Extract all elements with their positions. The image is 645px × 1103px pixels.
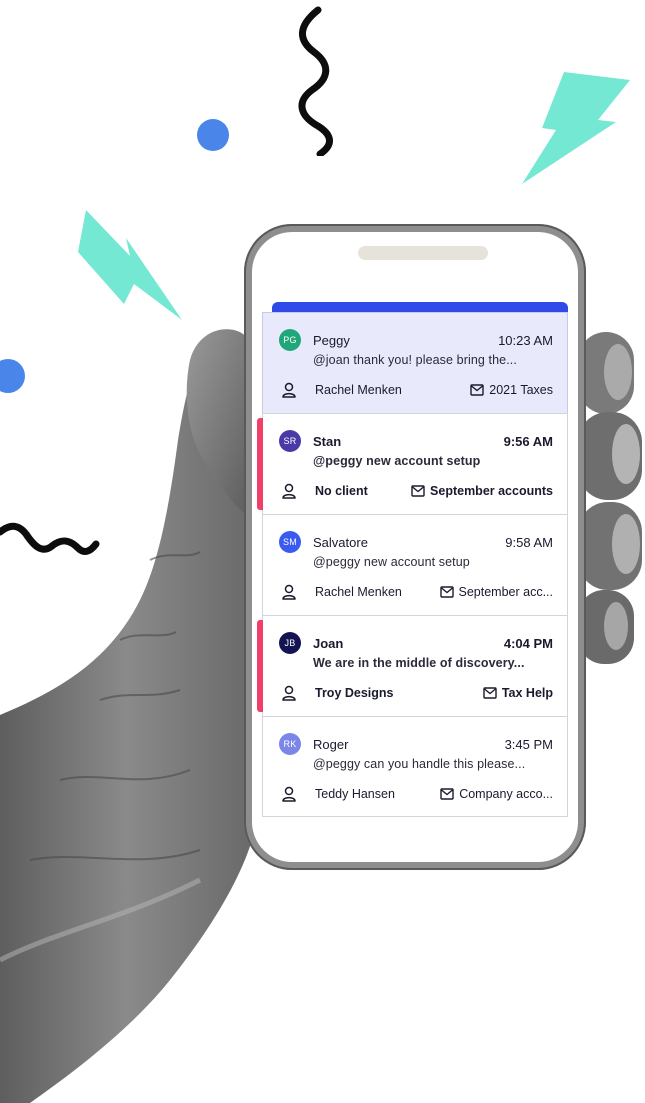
message-subject: Tax Help: [501, 686, 553, 700]
message-preview: @peggy can you handle this please...: [313, 757, 526, 771]
unread-indicator: [257, 620, 263, 712]
avatar: RK: [279, 733, 301, 755]
mail-icon: [411, 485, 425, 497]
avatar: SR: [279, 430, 301, 452]
person-icon: [282, 584, 296, 600]
message-subject: September acc...: [458, 585, 554, 599]
message-preview: @peggy new account setup: [313, 555, 470, 569]
phone-screen: PG Peggy 10:23 AM @joan thank you! pleas…: [252, 232, 578, 862]
avatar: PG: [279, 329, 301, 351]
sender-name: Roger: [313, 736, 349, 752]
phone-speaker: [358, 246, 488, 260]
person-icon: [282, 483, 296, 499]
message-subject: September accounts: [430, 484, 553, 498]
message-preview: @joan thank you! please bring the...: [313, 353, 517, 367]
client-name: Rachel Menken: [315, 585, 402, 599]
client-name: No client: [315, 484, 368, 498]
mail-icon: [440, 788, 454, 800]
message-preview: We are in the middle of discovery...: [313, 656, 525, 670]
message-card-roger[interactable]: RK Roger 3:45 PM @peggy can you handle t…: [262, 716, 568, 817]
message-card-stan[interactable]: SR Stan 9:56 AM @peggy new account setup…: [257, 413, 568, 514]
message-time: 9:58 AM: [505, 534, 553, 550]
client-name: Troy Designs: [315, 686, 394, 700]
mail-icon: [483, 687, 497, 699]
mail-icon: [439, 586, 454, 598]
sender-name: Stan: [313, 433, 342, 449]
sender-name: Salvatore: [313, 534, 368, 550]
message-subject: 2021 Taxes: [489, 383, 553, 397]
message-card-salvatore[interactable]: SM Salvatore 9:58 AM @peggy new account …: [262, 514, 568, 615]
message-card-joan[interactable]: JB Joan 4:04 PM We are in the middle of …: [257, 615, 568, 716]
message-time: 9:56 AM: [503, 433, 553, 449]
client-name: Teddy Hansen: [315, 787, 395, 801]
person-icon: [282, 685, 296, 701]
message-preview: @peggy new account setup: [313, 454, 481, 468]
message-card-peggy[interactable]: PG Peggy 10:23 AM @joan thank you! pleas…: [262, 312, 568, 413]
message-time: 3:45 PM: [504, 736, 553, 752]
mail-icon: [470, 384, 484, 396]
message-time: 10:23 AM: [498, 332, 553, 348]
sender-name: Peggy: [313, 332, 350, 348]
unread-indicator: [257, 418, 263, 510]
sender-name: Joan: [313, 635, 344, 651]
message-time: 4:04 PM: [503, 635, 553, 651]
message-list: PG Peggy 10:23 AM @joan thank you! pleas…: [257, 312, 568, 817]
person-icon: [282, 786, 296, 802]
message-subject: Company acco...: [459, 787, 553, 801]
person-icon: [282, 382, 296, 398]
avatar: JB: [279, 632, 301, 654]
phone-frame: PG Peggy 10:23 AM @joan thank you! pleas…: [244, 224, 586, 870]
avatar: SM: [279, 531, 301, 553]
client-name: Rachel Menken: [315, 383, 402, 397]
